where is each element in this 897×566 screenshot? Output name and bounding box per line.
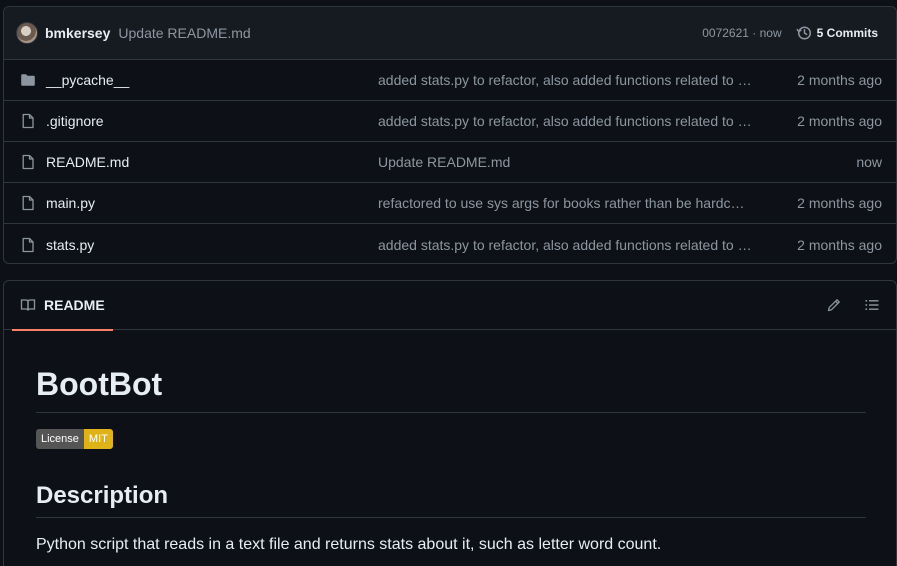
description-text: Python script that reads in a text file … bbox=[36, 536, 662, 553]
file-row[interactable]: stats.py added stats.py to refactor, also… bbox=[4, 224, 896, 263]
file-icon bbox=[20, 154, 36, 170]
latest-commit-message[interactable]: Update README.md bbox=[118, 25, 702, 41]
license-badge[interactable]: License MIT bbox=[36, 429, 113, 449]
file-age: now bbox=[856, 154, 882, 170]
folder-icon bbox=[20, 72, 36, 88]
latest-commit-bar: bmkersey Update README.md 0072621 · now … bbox=[4, 7, 896, 60]
file-row[interactable]: main.py refactored to use sys args for bo… bbox=[4, 183, 896, 224]
history-icon bbox=[796, 26, 811, 40]
file-icon bbox=[20, 195, 36, 211]
readme-content: BootBot License MIT Description Python s… bbox=[4, 330, 896, 554]
list-outline-icon[interactable] bbox=[864, 297, 880, 313]
file-commit-message[interactable]: refactored to use sys args for books rat… bbox=[378, 195, 792, 211]
commits-link[interactable]: 5 Commits bbox=[796, 25, 878, 41]
commits-count: 5 Commits bbox=[816, 26, 878, 40]
readme-panel: README BootBot License MIT Description P… bbox=[3, 280, 897, 566]
file-age: 2 months ago bbox=[797, 236, 882, 253]
file-commit-message[interactable]: added stats.py to refactor, also added f… bbox=[378, 113, 792, 129]
avatar[interactable] bbox=[16, 22, 38, 44]
file-name[interactable]: __pycache__ bbox=[46, 72, 378, 88]
file-name[interactable]: .gitignore bbox=[46, 113, 378, 129]
tab-readme-label: README bbox=[44, 297, 105, 313]
book-icon bbox=[20, 299, 36, 311]
file-list: bmkersey Update README.md 0072621 · now … bbox=[3, 6, 897, 264]
readme-title: BootBot bbox=[36, 330, 866, 413]
commit-hash-time[interactable]: 0072621 · now bbox=[702, 26, 781, 40]
file-commit-message[interactable]: Update README.md bbox=[378, 154, 792, 170]
file-row[interactable]: README.md Update README.md now bbox=[4, 142, 896, 183]
tab-readme[interactable]: README bbox=[12, 281, 113, 331]
readme-tabbar: README bbox=[4, 281, 896, 331]
file-age: 2 months ago bbox=[797, 195, 882, 211]
file-age: 2 months ago bbox=[797, 72, 882, 88]
commit-author[interactable]: bmkersey bbox=[45, 25, 110, 41]
file-icon bbox=[20, 237, 36, 253]
file-icon bbox=[20, 113, 36, 129]
section-heading: Description bbox=[36, 481, 866, 518]
file-name[interactable]: main.py bbox=[46, 195, 378, 211]
file-name[interactable]: stats.py bbox=[46, 237, 378, 253]
file-row[interactable]: .gitignore added stats.py to refactor, al… bbox=[4, 101, 896, 142]
file-name[interactable]: README.md bbox=[46, 154, 378, 170]
file-row[interactable]: __pycache__ added stats.py to refactor, a… bbox=[4, 60, 896, 101]
file-commit-message[interactable]: added stats.py to refactor, also added f… bbox=[378, 72, 792, 88]
badge-value: MIT bbox=[83, 429, 113, 449]
pencil-icon[interactable] bbox=[826, 297, 842, 313]
file-commit-message[interactable]: added stats.py to refactor, also added f… bbox=[378, 237, 792, 253]
badge-label: License bbox=[36, 429, 84, 449]
file-age: 2 months ago bbox=[797, 113, 882, 129]
